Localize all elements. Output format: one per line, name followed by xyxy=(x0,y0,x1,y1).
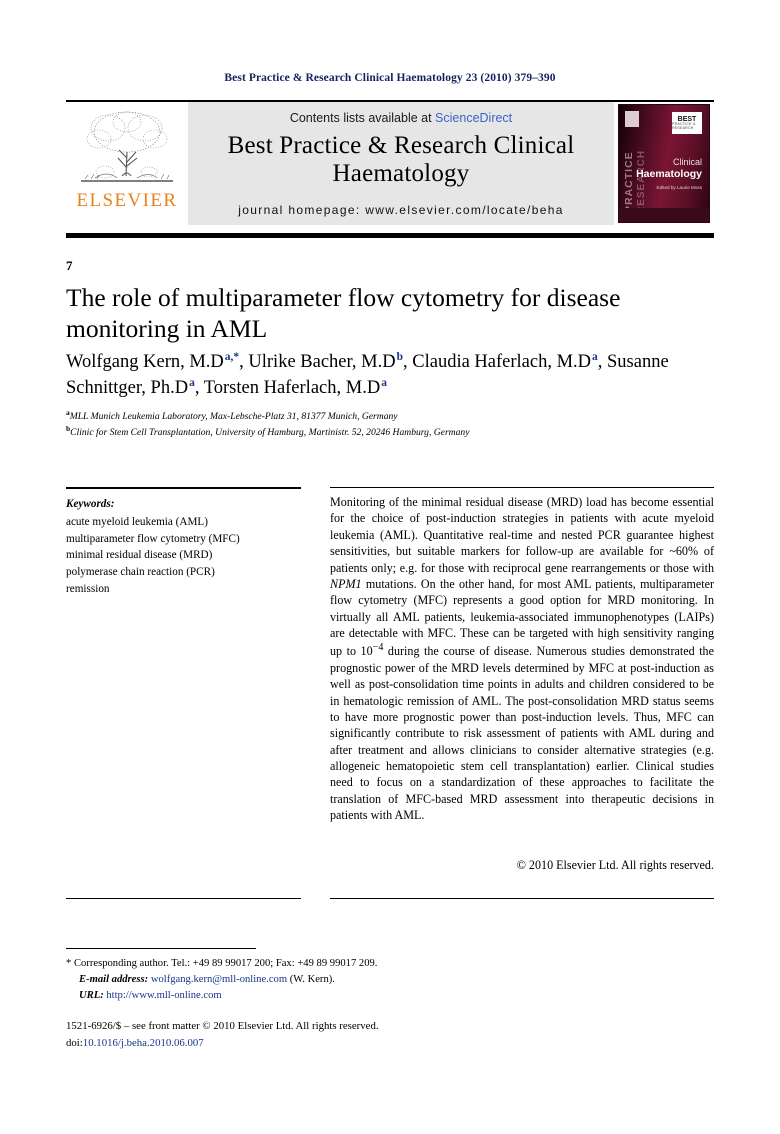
abstract-gene-name: NPM1 xyxy=(330,576,362,591)
keywords-block: Keywords: acute myeloid leukemia (AML) mu… xyxy=(66,496,316,598)
keywords-items: acute myeloid leukemia (AML) multiparamet… xyxy=(66,514,316,598)
abstract-copyright: © 2010 Elsevier Ltd. All rights reserved… xyxy=(516,858,714,872)
email-owner: (W. Kern). xyxy=(289,974,335,986)
cover-bottom-band xyxy=(619,208,709,222)
author-affiliation-mark: a,* xyxy=(224,351,240,363)
abstract-bottom-rule xyxy=(330,898,714,899)
abstract-sensitivity-exponent: −4 xyxy=(372,642,384,654)
affiliation-list: aMLL Munich Leukemia Laboratory, Max-Leb… xyxy=(66,408,721,440)
doi-label: doi: xyxy=(66,1036,83,1049)
article-first-page: Best Practice & Research Clinical Haemat… xyxy=(0,0,780,1134)
doi-line: doi:10.1016/j.beha.2010.06.007 xyxy=(66,1035,666,1052)
issn-line: 1521-6926/$ – see front matter © 2010 El… xyxy=(66,1020,379,1032)
running-head: Best Practice & Research Clinical Haemat… xyxy=(224,72,556,84)
keyword-item: remission xyxy=(66,582,110,595)
sciencedirect-link[interactable]: ScienceDirect xyxy=(435,111,512,125)
contents-prefix: Contents lists available at xyxy=(289,111,436,125)
affiliation-mark: a xyxy=(66,408,70,417)
elsevier-tree-icon xyxy=(81,111,173,182)
keyword-item: polymerase chain reaction (PCR) xyxy=(66,566,215,579)
url-label: URL: xyxy=(79,990,104,1002)
elsevier-wordmark: ELSEVIER xyxy=(76,190,178,211)
keyword-item: minimal residual disease (MRD) xyxy=(66,549,213,562)
doi-link[interactable]: 10.1016/j.beha.2010.06.007 xyxy=(83,1037,204,1049)
email-link[interactable]: wolfgang.kern@mll-online.com xyxy=(151,974,287,985)
cover-title-line2: Haematology xyxy=(636,168,702,180)
author-affiliation-mark: a xyxy=(189,376,195,389)
abstract-text: Monitoring of the minimal residual disea… xyxy=(330,495,714,823)
author-name: Claudia Haferlach, M.D xyxy=(412,352,592,373)
keywords-top-rule xyxy=(66,487,301,489)
author-name: Torsten Haferlach, M.D xyxy=(203,377,381,398)
journal-header-band: ELSEVIER Contents lists available at Sci… xyxy=(66,100,714,225)
page-title: The role of multiparameter flow cytometr… xyxy=(66,283,621,343)
author-affiliation-mark: a xyxy=(381,376,387,389)
affiliation-line: bClinic for Stem Cell Transplantation, U… xyxy=(66,423,470,438)
issn-doi-footer: 1521-6926/$ – see front matter © 2010 El… xyxy=(66,1018,666,1051)
journal-title: Best Practice & Research Clinical Haemat… xyxy=(227,132,575,187)
url-line: URL: http://www.mll-online.com xyxy=(66,988,626,1004)
affiliation-mark: b xyxy=(66,423,71,433)
footnote-rule xyxy=(66,948,256,949)
author-name: Wolfgang Kern, M.D xyxy=(66,352,224,373)
elsevier-logo: ELSEVIER xyxy=(66,102,188,225)
journal-cover: PRACTICE RESEARCH BEST PRACTICE & RESEAR… xyxy=(614,102,714,225)
author-affiliation-mark: b xyxy=(396,351,403,363)
keyword-item: acute myeloid leukemia (AML) xyxy=(66,515,208,528)
author-list: Wolfgang Kern, M.Da,*, Ulrike Bacher, M.… xyxy=(66,351,669,398)
email-line: E-mail address: wolfgang.kern@mll-online… xyxy=(66,972,626,988)
affiliation-line: aMLL Munich Leukemia Laboratory, Max-Leb… xyxy=(66,408,398,423)
journal-homepage-link[interactable]: journal homepage: www.elsevier.com/locat… xyxy=(188,203,614,217)
cover-spine-research: RESEARCH xyxy=(636,149,647,214)
keywords-heading: Keywords: xyxy=(66,498,115,510)
contents-available-line: Contents lists available at ScienceDirec… xyxy=(290,111,512,125)
email-label: E-mail address: xyxy=(79,974,149,986)
corresponding-author-line: * Corresponding author. Tel.: +49 89 990… xyxy=(66,958,378,969)
cover-badge: BEST PRACTICE & RESEARCH xyxy=(672,112,702,134)
sciencedirect-banner: Contents lists available at ScienceDirec… xyxy=(188,102,614,225)
corresponding-author-note: * Corresponding author. Tel.: +49 89 990… xyxy=(66,956,626,1004)
cover-title-line1: Clinical xyxy=(672,157,702,167)
author-name: Ulrike Bacher, M.D xyxy=(248,352,396,373)
keyword-item: multiparameter flow cytometry (MFC) xyxy=(66,532,240,545)
journal-cover-image: PRACTICE RESEARCH BEST PRACTICE & RESEAR… xyxy=(618,104,710,223)
article-number: 7 xyxy=(66,258,73,273)
header-bottom-rule xyxy=(66,233,714,238)
url-link[interactable]: http://www.mll-online.com xyxy=(106,990,221,1001)
cover-editor-line: Edited by Laurie Moss xyxy=(656,185,702,190)
cover-badge-sub: PRACTICE & RESEARCH xyxy=(672,121,696,130)
author-affiliation-mark: a xyxy=(592,351,598,363)
abstract-top-rule xyxy=(330,487,714,488)
keywords-bottom-rule xyxy=(66,898,301,899)
